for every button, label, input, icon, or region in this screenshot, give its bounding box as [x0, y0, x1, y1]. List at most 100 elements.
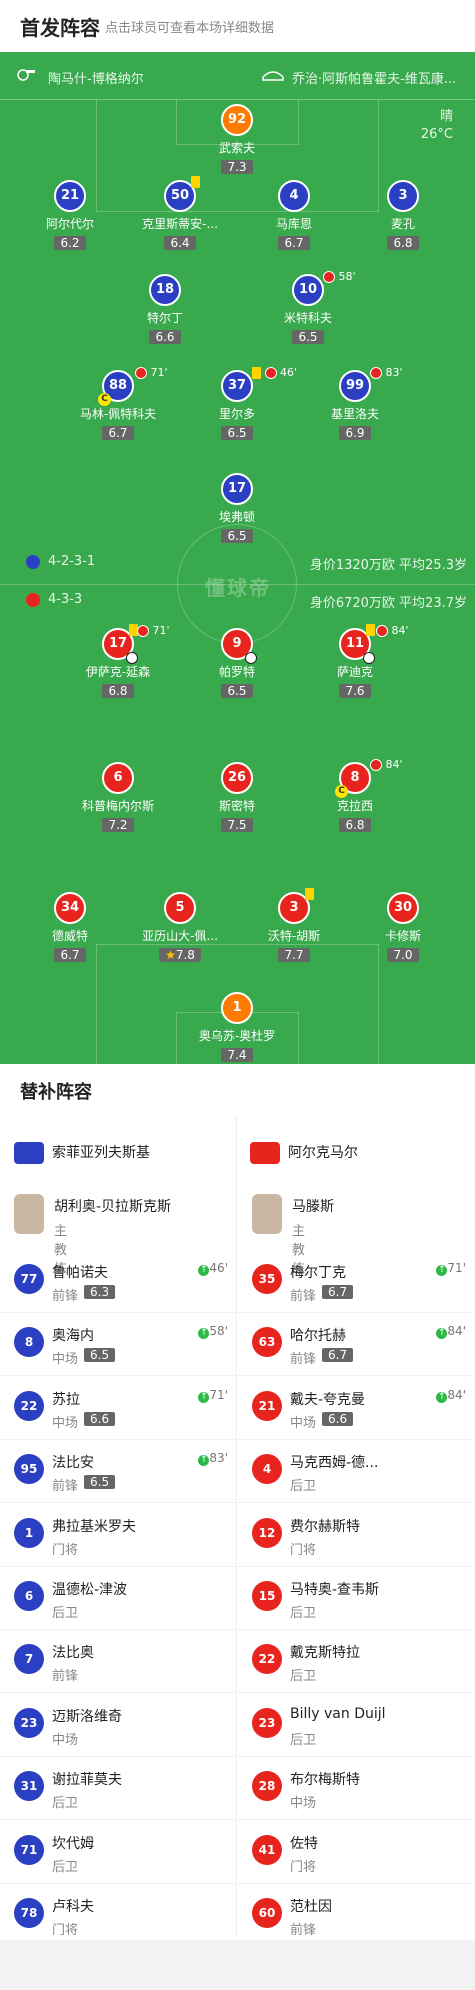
player-away-lb[interactable]: 34 德威特 6.7 [15, 892, 125, 963]
sub-player-row[interactable]: 7 法比奥 前锋 [0, 1630, 236, 1694]
sub-out-event: 71' [137, 624, 170, 637]
sub-out-time: 71' [150, 366, 168, 379]
sub-in-icon: ↑ [198, 1391, 210, 1403]
player-rating: 6.9 [339, 426, 371, 440]
player-number: 11 [339, 624, 375, 664]
away-sub-header[interactable]: 阿尔克马尔 [250, 1142, 358, 1164]
player-name: 埃弗顿 [218, 510, 255, 524]
player-rating: 6.2 [54, 236, 86, 250]
player-rating: 6.8 [387, 236, 419, 250]
sub-player-row[interactable]: 23 Billy van Duijl 后卫 [238, 1694, 474, 1757]
sub-player-row[interactable]: 71 坎代姆 后卫 [0, 1821, 236, 1884]
player-away-cm3[interactable]: 8C 84' 克拉西 6.8 [300, 758, 410, 833]
player-away-gk[interactable]: 1 奥乌苏-奥杜罗 7.4 [182, 992, 292, 1063]
player-home-rw[interactable]: 99 83' 基里洛夫 6.9 [300, 366, 410, 441]
sub-player-row[interactable]: 22 戴克斯特拉 后卫 [238, 1630, 474, 1694]
away-formation-text: 4-3-3 [48, 592, 83, 607]
player-position: 门将 [290, 1859, 317, 1875]
player-home-dm2[interactable]: 10 58' 米特科夫 6.5 [253, 270, 363, 345]
sub-player-row[interactable]: 15 马特奥-查韦斯 后卫 [238, 1567, 474, 1630]
away-value-stats: 身价6720万欧 平均23.7岁 [309, 596, 467, 611]
yellow-card-icon [366, 624, 375, 636]
home-sub-header[interactable]: 索菲亚列夫斯基 [14, 1142, 150, 1164]
player-rating: 7.5 [221, 818, 253, 832]
sub-in-event: ↑ 71' [198, 1388, 228, 1403]
player-name: 麦孔 [390, 217, 415, 231]
sub-player-row[interactable]: 4 马克西姆-德... 后卫 [238, 1440, 474, 1504]
player-away-cb2[interactable]: 3 沃特-胡斯 7.7 [239, 888, 349, 963]
player-away-rb[interactable]: 30 卡修斯 7.0 [348, 892, 458, 963]
player-away-cb1[interactable]: 5 亚历山大-佩... ★7.8 [125, 892, 235, 963]
player-home-dm1[interactable]: 18 特尔丁 6.6 [110, 274, 220, 345]
sub-out-time: 83' [385, 366, 403, 379]
player-number: 3 [278, 888, 314, 924]
sub-player-row[interactable]: 6 温德松-津波 后卫 [0, 1567, 236, 1630]
home-badge-icon [26, 554, 40, 569]
sub-player-row[interactable]: 12 费尔赫斯特 门将 [238, 1504, 474, 1567]
player-number: 21 [54, 180, 86, 212]
player-away-lw[interactable]: 17 71' 伊萨克-延森 6.8 [63, 624, 173, 699]
player-home-st[interactable]: 17 埃弗顿 6.5 [182, 473, 292, 544]
player-number-text: 8 [350, 770, 360, 785]
sub-player-row[interactable]: 28 布尔梅斯特 中场 [238, 1757, 474, 1821]
player-number: 7 [14, 1644, 44, 1675]
player-home-gk[interactable]: 92 武索夫 7.3 [182, 104, 292, 175]
player-number: 95 [14, 1454, 44, 1485]
sub-player-row[interactable]: 35 梅尔丁克 前锋 6.7 ↑ 71' [238, 1250, 474, 1313]
coach-name: 马滕斯 [292, 1199, 334, 1215]
player-position: 门将 [290, 1542, 317, 1558]
player-home-cb2[interactable]: 4 马库恩 6.7 [239, 180, 349, 251]
sub-player-row[interactable]: 21 戴夫-夸克曼 中场 6.6 ↑ 84' [238, 1377, 474, 1440]
player-name: 温德松-津波 [52, 1582, 128, 1598]
sub-out-time: 46' [280, 366, 298, 379]
player-away-st[interactable]: 9 帕罗特 6.5 [182, 628, 292, 699]
player-away-rw[interactable]: 11 84' 萨迪克 7.6 [300, 624, 410, 699]
player-position: 中场 [52, 1352, 79, 1368]
player-name: 马克西姆-德... [290, 1455, 379, 1472]
player-number: 71 [14, 1834, 44, 1865]
weather-temp: 26°C [420, 127, 453, 142]
sub-in-time: 83' [209, 1451, 228, 1466]
home-team-name[interactable]: 陶马什-博格纳尔 [48, 68, 144, 87]
player-home-rb[interactable]: 3 麦孔 6.8 [348, 180, 458, 251]
player-rating: 6.3 [84, 1285, 116, 1299]
player-number: 50 [164, 176, 200, 212]
venue-name[interactable]: 乔治·阿斯帕鲁霍夫-维瓦康... [292, 68, 457, 87]
sub-out-icon [135, 367, 147, 379]
sub-in-event: ↑ 83' [198, 1451, 228, 1467]
sub-player-row[interactable]: 23 迈斯洛维奇 中场 [0, 1694, 236, 1757]
sub-player-row[interactable]: 63 哈尔托赫 前锋 6.7 ↑ 84' [238, 1313, 474, 1377]
player-home-cb1[interactable]: 50 克里斯蒂安-... 6.4 [125, 176, 235, 251]
sub-player-row[interactable]: 8 奥海内 中场 6.5 ↑ 58' [0, 1313, 236, 1377]
player-home-am[interactable]: 37 46' 里尔多 6.5 [182, 366, 297, 441]
sub-out-time: 84' [391, 624, 409, 637]
sub-out-time: 71' [152, 624, 170, 637]
goal-ball-icon [245, 652, 257, 664]
home-club-badge-icon [14, 1142, 44, 1164]
player-rating: 6.8 [102, 684, 134, 698]
player-home-lb[interactable]: 21 阿尔代尔 6.2 [15, 180, 125, 251]
sub-player-row[interactable]: 41 佐特 门将 [238, 1821, 474, 1884]
player-position: 前锋 [290, 1289, 317, 1304]
sub-player-row[interactable]: 78 卢科夫 门将 [0, 1884, 236, 1947]
player-number: 41 [252, 1834, 282, 1865]
sub-player-row[interactable]: 60 范杜因 前锋 [238, 1884, 474, 1947]
player-number: 23 [252, 1707, 282, 1738]
player-name: 马库恩 [275, 217, 312, 231]
player-home-lw[interactable]: 88 C 71' 马林-佩特科夫 6.7 [63, 366, 173, 441]
sub-player-row[interactable]: 31 谢拉菲莫夫 后卫 [0, 1757, 236, 1821]
player-number: 37 [221, 370, 253, 402]
player-away-cm1[interactable]: 6 科普梅内尔斯 7.2 [63, 762, 173, 833]
sub-player-row[interactable]: 77 鲁帕诺夫 前锋 6.3 ↑ 46' [0, 1250, 236, 1313]
player-name: 亚历山大-佩... [142, 929, 218, 943]
player-away-cm2[interactable]: 26 斯密特 7.5 [182, 762, 292, 833]
player-number: 88 C [98, 370, 134, 406]
sub-out-icon [370, 759, 382, 771]
sub-player-row[interactable]: 95 法比安 前锋 6.5 ↑ 83' [0, 1440, 236, 1504]
away-sub-team-name: 阿尔克马尔 [288, 1145, 358, 1161]
sub-player-row[interactable]: 1 弗拉基米罗夫 门将 [0, 1504, 236, 1567]
sub-out-icon [323, 271, 335, 283]
sub-player-row[interactable]: 22 苏拉 中场 6.6 ↑ 71' [0, 1377, 236, 1440]
home-sub-team-name: 索菲亚列夫斯基 [52, 1145, 150, 1161]
player-number: 4 [278, 180, 310, 212]
